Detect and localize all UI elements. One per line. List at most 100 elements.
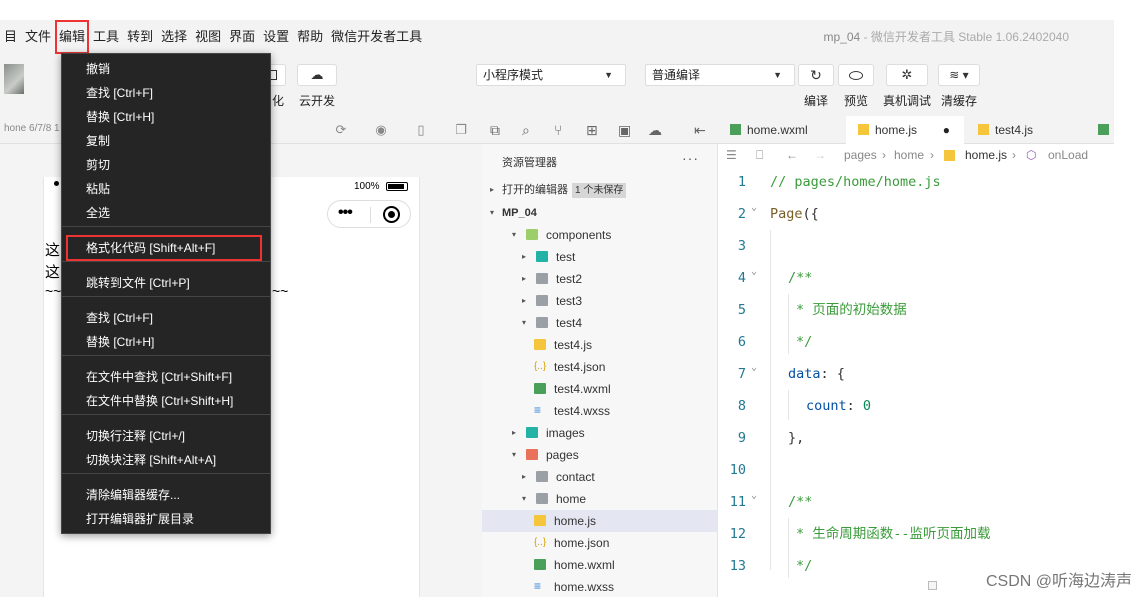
menu-settings[interactable]: 设置 [259,20,293,54]
code-line[interactable]: 11 ⌄/** [718,486,1114,518]
phone-icon[interactable]: ▯ [414,123,428,137]
breadcrumb-file[interactable]: home.js [965,144,1007,166]
extensions-icon[interactable]: ⊞ [586,122,598,138]
list-icon[interactable]: ☰ [726,144,737,166]
menu-item[interactable]: 打开编辑器扩展目录 [62,507,270,531]
mode-select[interactable]: 小程序模式 ▼ [476,64,626,86]
bookmark-icon[interactable]: ⎕ [756,144,763,166]
code-line[interactable]: 7 ⌄ data: { [718,358,1114,390]
menu-goto[interactable]: 转到 [123,20,157,54]
code-line[interactable]: 5 * 页面的初始数据 [718,294,1114,326]
code-editor[interactable]: ☰ ⎕ ← → pages › home › home.js › ⬡ onLoa… [718,144,1114,597]
source-control-icon[interactable]: ⑂ [554,122,562,138]
menu-item[interactable]: 撤销 [62,57,270,81]
collapse-panel-icon[interactable]: ⇤ [694,122,706,138]
menu-item[interactable]: 在文件中替换 [Ctrl+Shift+H] [62,389,270,413]
fold-chevron-icon[interactable]: ⌄ [751,352,757,384]
compile-button[interactable]: ↻ [798,64,834,86]
mini-program-capsule[interactable]: ••• [327,200,411,228]
menu-wechat-devtools[interactable]: 微信开发者工具 [327,20,426,54]
code-line[interactable]: 6 */ [718,326,1114,358]
menu-item[interactable]: 在文件中查找 [Ctrl+Shift+F] [62,365,270,389]
tree-item[interactable]: ≡ home.wxss [482,576,718,597]
menu-item[interactable]: 复制 [62,129,270,153]
tree-item[interactable]: ▸ images [482,422,718,444]
menu-help[interactable]: 帮助 [293,20,327,54]
breadcrumb-home[interactable]: home [894,144,924,166]
tree-item[interactable]: home.js [482,510,718,532]
menu-select[interactable]: 选择 [157,20,191,54]
menu-item[interactable]: 清除编辑器缓存... [62,483,270,507]
code-line[interactable]: 3 [718,230,1114,262]
open-editors-section[interactable]: ▸ 打开的编辑器 1 个未保存 [482,179,718,201]
avatar[interactable] [4,64,24,94]
menu-item[interactable]: 查找 [Ctrl+F] [62,81,270,105]
tree-item[interactable]: ▾ home [482,488,718,510]
menu-item[interactable]: 切换行注释 [Ctrl+/] [62,424,270,448]
code-line[interactable]: 1 // pages/home/home.js [718,166,1114,198]
menu-item[interactable]: 替换 [Ctrl+H] [62,105,270,129]
rotate-icon[interactable]: ⟳ [334,123,348,137]
code-line[interactable]: 9}, [718,422,1114,454]
tree-item[interactable]: ▾ MP_04 [482,202,718,224]
compile-select[interactable]: 普通编译 ▼ [645,64,795,86]
menu-interface[interactable]: 界面 [225,20,259,54]
close-miniprogram-icon[interactable] [383,206,400,223]
tab-overflow[interactable] [1090,116,1114,144]
tree-item[interactable]: test4.js [482,334,718,356]
window-icon[interactable]: ❐ [454,123,468,137]
more-icon[interactable]: ••• [338,204,353,222]
tab-test4-js[interactable]: test4.js [968,116,1078,144]
tree-item[interactable]: ▾ test4 [482,312,718,334]
tree-item[interactable]: ▸ test2 [482,268,718,290]
breadcrumb-pages[interactable]: pages [844,144,877,166]
code-line[interactable]: 4 ⌄/** [718,262,1114,294]
code-line[interactable]: 12 * 生命周期函数--监听页面加载 [718,518,1114,550]
tree-item[interactable]: ▸ test3 [482,290,718,312]
menu-project[interactable]: 目 [0,20,21,54]
menu-file[interactable]: 文件 [21,20,55,54]
forward-arrow-icon[interactable]: → [814,144,826,166]
clear-cache-button[interactable]: ≋ ▾ [938,64,980,86]
fold-chevron-icon[interactable]: ⌄ [751,256,757,288]
record-icon[interactable]: ◉ [374,123,388,137]
debug-icon[interactable]: ▣ [618,122,631,138]
tree-item[interactable]: ▾ pages [482,444,718,466]
tree-item[interactable]: ≡ test4.wxss [482,400,718,422]
cloud-icon[interactable]: ☁ [648,122,662,138]
menu-item[interactable]: 全选 [62,201,270,225]
menu-edit[interactable]: 编辑 [55,20,90,54]
fold-chevron-icon[interactable]: ⌄ [751,480,757,512]
menu-item[interactable]: 查找 [Ctrl+F] [62,306,270,330]
scroll-indicator[interactable] [928,581,937,590]
unsaved-dot-icon[interactable]: ● [943,116,950,144]
menu-tools[interactable]: 工具 [89,20,123,54]
tree-item[interactable]: home.wxml [482,554,718,576]
code-line[interactable]: 8 count: 0 [718,390,1114,422]
cloud-dev-button[interactable]: ☁ [297,64,337,86]
code-line[interactable]: 2 ⌄ Page({ [718,198,1114,230]
menu-item[interactable]: 切换块注释 [Shift+Alt+A] [62,448,270,472]
device-selector[interactable]: hone 6/7/8 1 [4,123,60,134]
menu-item[interactable]: 替换 [Ctrl+H] [62,330,270,354]
tree-item[interactable]: ▸ contact [482,466,718,488]
menu-view[interactable]: 视图 [191,20,225,54]
search-icon[interactable]: ⌕ [522,122,530,138]
tree-item[interactable]: {..} test4.json [482,356,718,378]
remote-debug-button[interactable]: ✲ [886,64,928,86]
tree-item[interactable]: {..} home.json [482,532,718,554]
tree-item[interactable]: ▾ components [482,224,718,246]
breadcrumb-symbol[interactable]: onLoad [1048,144,1088,166]
tree-item[interactable]: ▸ test [482,246,718,268]
menu-item[interactable]: 粘贴 [62,177,270,201]
tab-home-wxml[interactable]: home.wxml [718,116,846,144]
menu-item[interactable]: 剪切 [62,153,270,177]
tab-home-js[interactable]: home.js ● [846,116,964,144]
fold-chevron-icon[interactable]: ⌄ [751,192,757,224]
menu-item-format-code[interactable]: 格式化代码 [Shift+Alt+F] [66,235,262,261]
files-icon[interactable]: ⧉ [490,122,500,138]
code-line[interactable]: 10 [718,454,1114,486]
back-arrow-icon[interactable]: ← [786,144,798,166]
preview-button[interactable] [838,64,874,86]
more-icon[interactable]: ··· [682,150,699,166]
